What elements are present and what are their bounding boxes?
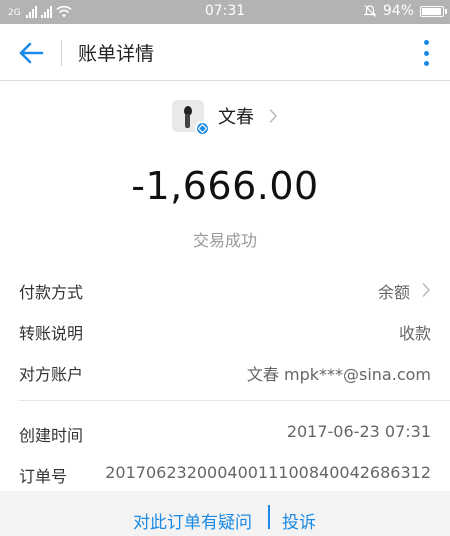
order-number-row: 订单号 20170623200040011100840042686312 <box>0 454 450 494</box>
nav-divider <box>61 40 62 66</box>
order-question-link[interactable]: 对此订单有疑问 <box>133 508 252 533</box>
payment-method-row[interactable]: 付款方式 余额 <box>0 270 450 310</box>
status-bar-right: 94% <box>363 3 447 19</box>
transfer-note-value: 收款 <box>398 324 431 343</box>
payment-method-value: 余额 <box>377 283 410 302</box>
page-title: 账单详情 <box>78 43 155 65</box>
created-time-label: 创建时间 <box>19 426 84 445</box>
counterparty-account-label: 对方账户 <box>19 365 84 384</box>
avatar[interactable] <box>172 100 210 136</box>
chevron-right-icon <box>269 108 278 124</box>
footer-bar: 对此订单有疑问 投诉 <box>0 491 450 536</box>
order-number-value: 20170623200040011100840042686312 <box>105 463 431 482</box>
payee-row[interactable]: 文春 <box>0 98 450 136</box>
transfer-note-label: 转账说明 <box>19 324 84 343</box>
payment-method-label: 付款方式 <box>19 283 84 302</box>
chevron-right-icon <box>422 282 431 298</box>
transfer-note-row: 转账说明 收款 <box>0 311 450 351</box>
transaction-status: 交易成功 <box>192 231 257 250</box>
payee-name: 文春 <box>218 107 254 128</box>
created-time-row: 创建时间 2017-06-23 07:31 <box>0 413 450 453</box>
counterparty-account-row: 对方账户 文春 mpk***@sina.com <box>0 352 450 392</box>
more-options-icon[interactable] <box>424 40 430 66</box>
back-arrow-icon[interactable] <box>18 40 44 66</box>
order-number-label: 订单号 <box>19 467 68 486</box>
complaint-link[interactable]: 投诉 <box>282 508 316 533</box>
nav-bar: 账单详情 <box>0 24 450 81</box>
counterparty-account-value: 文春 mpk***@sina.com <box>246 365 431 384</box>
mute-icon <box>363 5 377 17</box>
verified-badge-icon <box>195 121 210 136</box>
transaction-amount: -1,666.00 <box>131 164 319 208</box>
created-time-value: 2017-06-23 07:31 <box>286 422 431 441</box>
battery-percent: 94% <box>382 3 414 19</box>
footer-divider <box>268 505 270 529</box>
battery-icon <box>420 5 447 17</box>
section-divider <box>19 400 450 401</box>
status-bar: 2G 07:31 94% <box>0 0 450 24</box>
